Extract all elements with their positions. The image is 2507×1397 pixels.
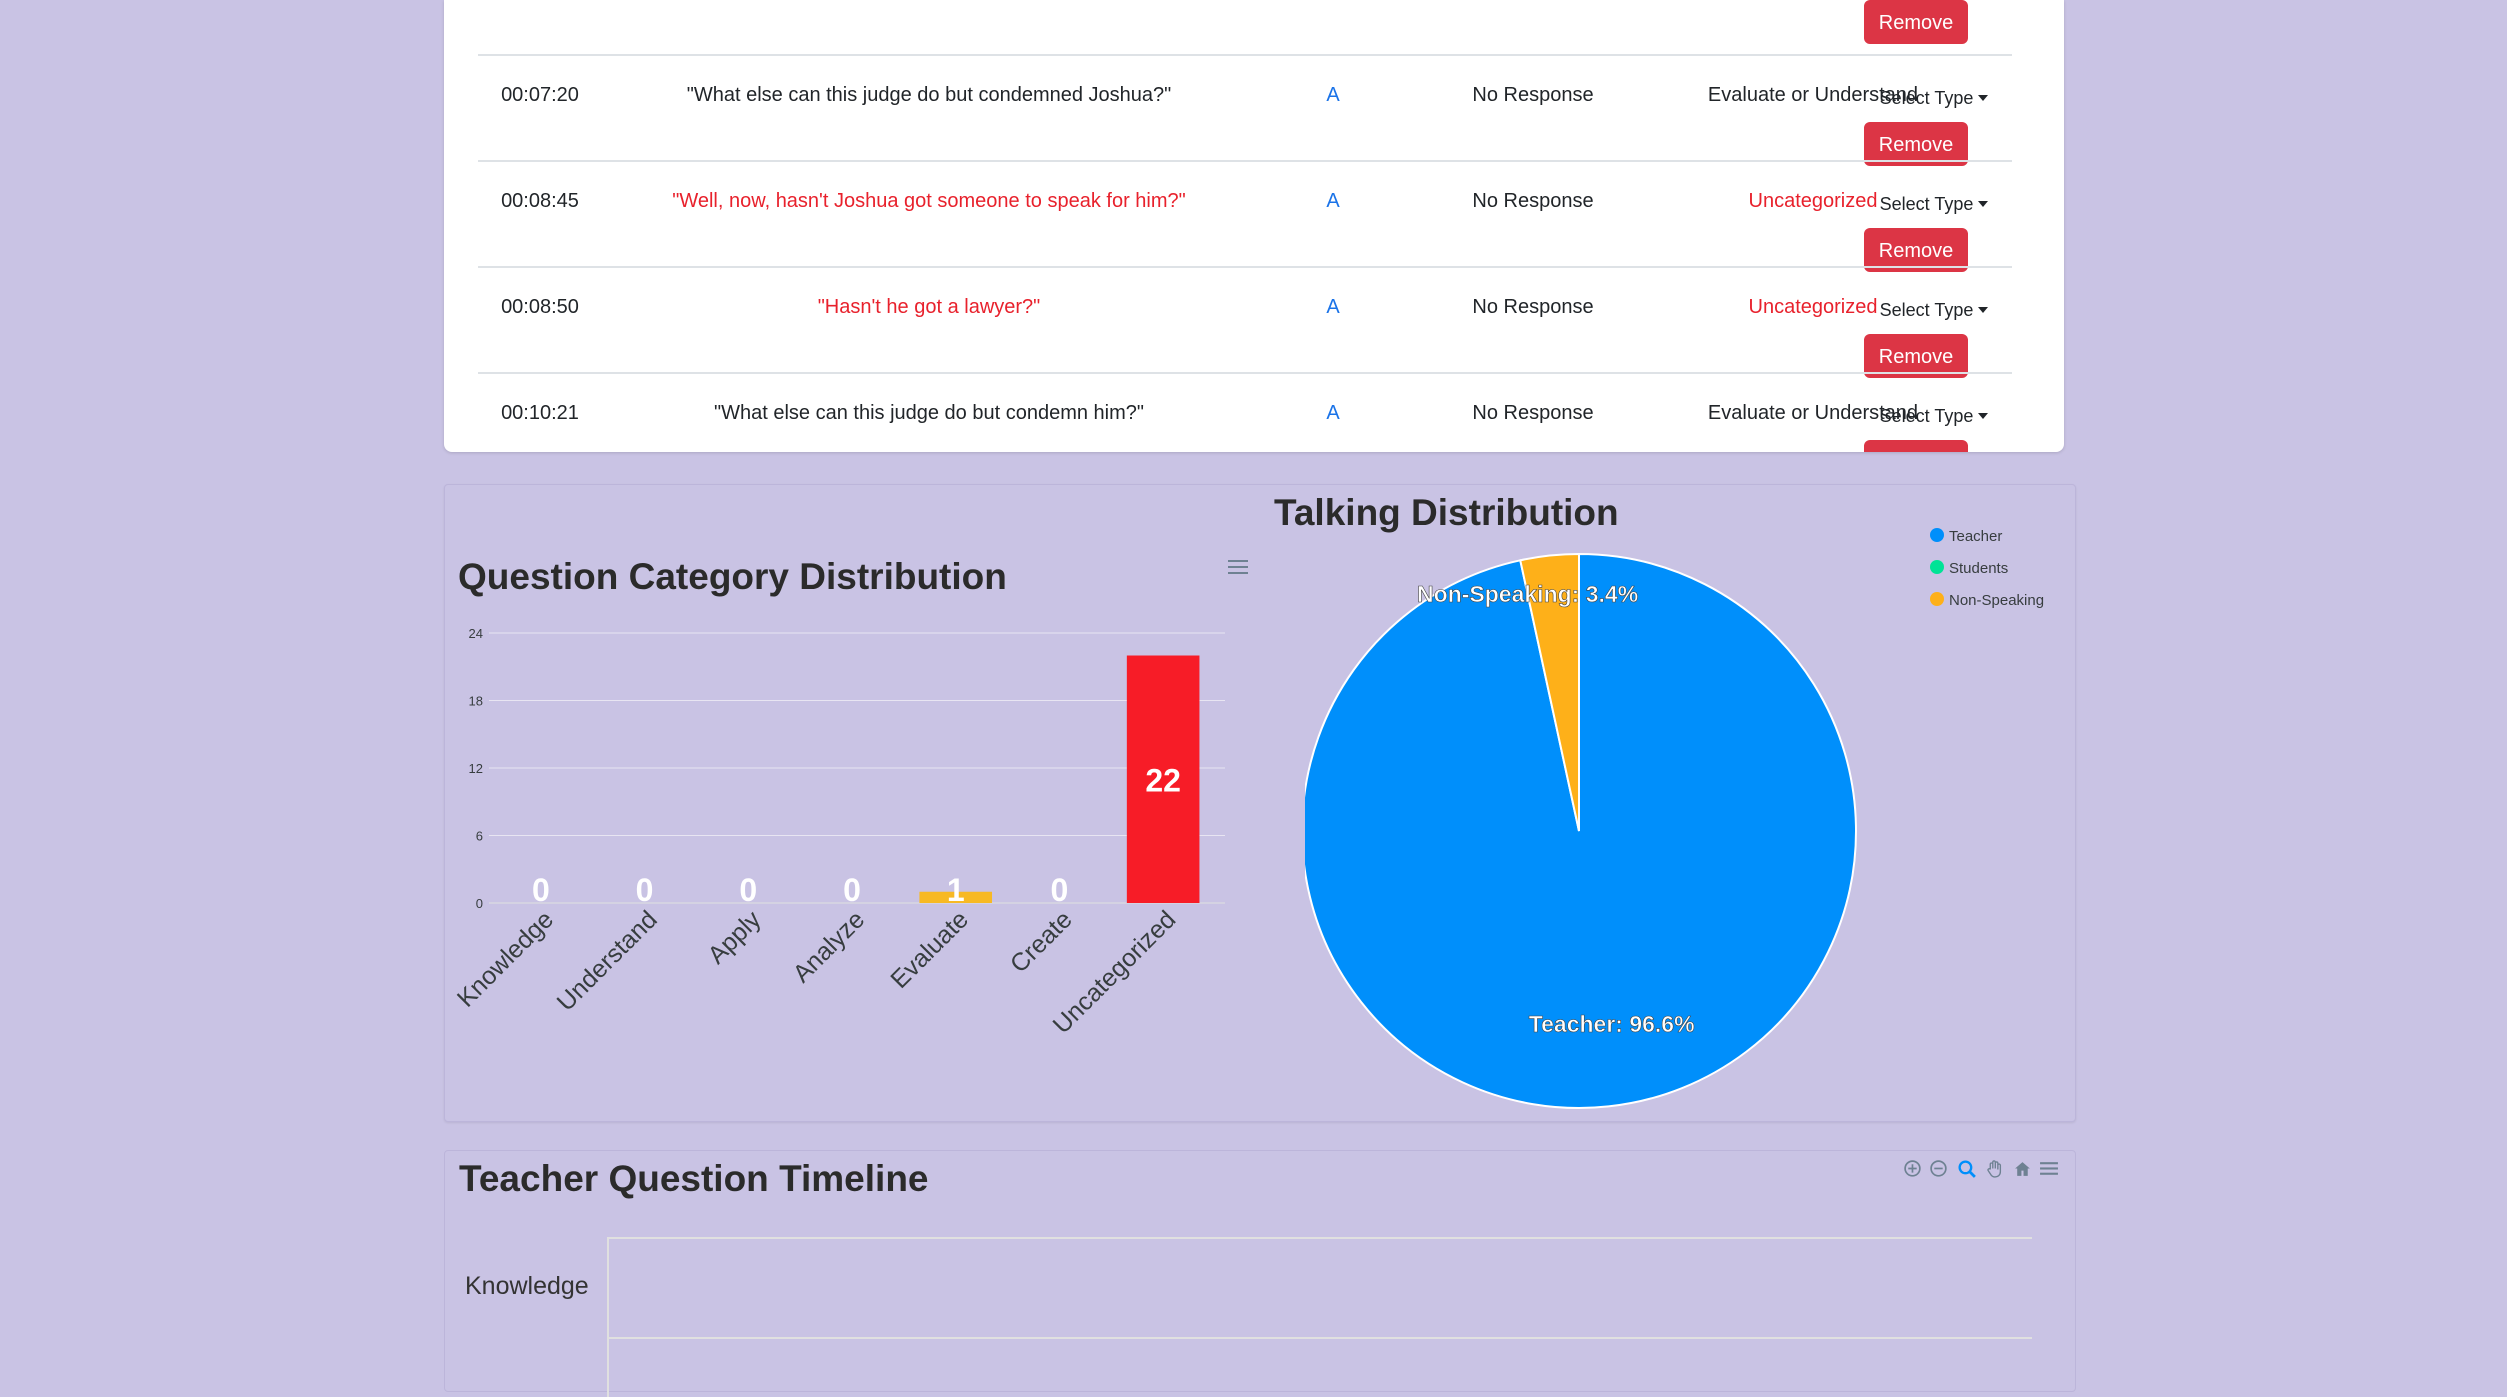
legend-marker[interactable] (1930, 560, 1944, 574)
x-category-label: Create (1005, 905, 1078, 978)
chart-menu-hamburger-icon[interactable] (1227, 559, 1249, 575)
question-time: 00:07:20 (501, 84, 579, 106)
row-divider (478, 160, 2012, 162)
select-type-dropdown[interactable]: Select Type (1864, 298, 2004, 322)
pie-data-label: Non-Speaking: 3.4% (1417, 581, 1638, 607)
row-divider (478, 266, 2012, 268)
select-type-label: Select Type (1879, 88, 1974, 108)
pie-data-label: Teacher: 96.6% (1529, 1011, 1695, 1037)
table-row: 00:07:20 "What else can this judge do but… (478, 54, 2012, 166)
caret-down-icon (1978, 95, 1989, 101)
question-time: 00:08:45 (501, 190, 579, 212)
y-tick-label: 12 (469, 761, 483, 776)
response-status: No Response (1472, 84, 1594, 106)
bar-data-label: 22 (1145, 762, 1181, 798)
zoom-out-icon[interactable] (1929, 1159, 1949, 1179)
y-tick-label: 6 (476, 829, 483, 844)
bar-chart-title: Question Category Distribution (458, 556, 1007, 597)
bar-data-label: 0 (1051, 872, 1069, 908)
question-text: "What else can this judge do but condemn… (714, 402, 1144, 424)
table-row: 00:08:50 "Hasn't he got a lawyer?" A No Res… (478, 266, 2012, 378)
question-time: 00:08:50 (501, 296, 579, 318)
select-type-label: Select Type (1879, 406, 1974, 426)
row-divider (478, 54, 2012, 56)
select-type-label: Select Type (1879, 194, 1974, 214)
timeline-gridline (608, 1337, 2032, 1339)
pie-chart-title: Talking Distribution (1274, 492, 1619, 533)
legend-marker[interactable] (1930, 528, 1944, 542)
zoom-in-icon[interactable] (1903, 1159, 1923, 1179)
talking-distribution-pie-chart: Teacher: 96.6% Non-Speaking: 3.4% (1305, 552, 1857, 1109)
question-text: "What else can this judge do but condemn… (686, 84, 1172, 106)
response-status: No Response (1472, 296, 1594, 318)
question-category-bar-chart: 061218240Knowledge0Understand0Apply0Anal… (452, 626, 1225, 1039)
remove-button[interactable]: Remove (1864, 440, 1968, 452)
questions-table-card: Remove 00:07:20 "What else can this judge… (444, 0, 2064, 452)
caret-down-icon (1978, 307, 1989, 313)
legend-label[interactable]: Students (1949, 560, 2008, 577)
x-category-label: Evaluate (885, 905, 974, 994)
timeline-title: Teacher Question Timeline (459, 1158, 929, 1199)
home-icon[interactable] (2013, 1159, 2033, 1179)
select-type-dropdown[interactable]: Select Type (1864, 192, 2004, 216)
timeline-y-axis (607, 1237, 609, 1397)
select-type-label: Select Type (1879, 300, 1974, 320)
question-text: "Hasn't he got a lawyer?" (817, 296, 1041, 318)
remove-button[interactable]: Remove (1864, 0, 1968, 44)
speaker-link[interactable]: A (1278, 294, 1388, 320)
caret-down-icon (1978, 201, 1989, 207)
bar-data-label: 1 (947, 872, 965, 908)
bar-data-label: 0 (843, 872, 861, 908)
pan-icon[interactable] (1985, 1159, 2005, 1179)
timeline-row-label: Knowledge (465, 1272, 589, 1300)
timeline-card: Teacher Question Timeline Knowledge (444, 1150, 2076, 1397)
y-tick-label: 18 (469, 694, 483, 709)
hamburger-icon[interactable] (2039, 1159, 2059, 1179)
x-category-label: Analyze (788, 905, 871, 988)
row-divider (478, 372, 2012, 374)
pie-chart-legend: Teacher Students Non-Speaking (1930, 528, 2044, 609)
question-time: 00:10:21 (501, 402, 579, 424)
x-category-label: Understand (552, 905, 663, 1016)
x-category-label: Apply (703, 905, 767, 969)
speaker-link[interactable]: A (1278, 400, 1388, 426)
bar-data-label: 0 (739, 872, 757, 908)
caret-down-icon (1978, 413, 1989, 419)
x-category-label: Knowledge (452, 905, 559, 1012)
legend-marker[interactable] (1930, 592, 1944, 606)
response-status: No Response (1472, 190, 1594, 212)
response-status: No Response (1472, 402, 1594, 424)
speaker-link[interactable]: A (1278, 188, 1388, 214)
y-tick-label: 24 (469, 626, 483, 641)
table-row: 00:08:45 "Well, now, hasn't Joshua got so… (478, 160, 2012, 272)
magnifier-icon[interactable] (1957, 1159, 1977, 1179)
timeline-gridline (608, 1237, 2032, 1239)
charts-card: Question Category Distribution 0 6 12 18 24 0… (444, 484, 2076, 1122)
select-type-dropdown[interactable]: Select Type (1864, 86, 2004, 110)
legend-label[interactable]: Teacher (1949, 528, 2002, 545)
questions-table: Remove 00:07:20 "What else can this judge… (478, 0, 2012, 452)
select-type-dropdown[interactable]: Select Type (1864, 404, 2004, 428)
y-tick-label: 0 (476, 896, 483, 911)
bar-data-label: 0 (636, 872, 654, 908)
question-text: "Well, now, hasn't Joshua got someone to… (672, 190, 1186, 212)
legend-label[interactable]: Non-Speaking (1949, 592, 2044, 609)
speaker-link[interactable]: A (1278, 82, 1388, 108)
table-row: 00:10:21 "What else can this judge do but… (478, 372, 2012, 452)
bar-data-label: 0 (532, 872, 550, 908)
